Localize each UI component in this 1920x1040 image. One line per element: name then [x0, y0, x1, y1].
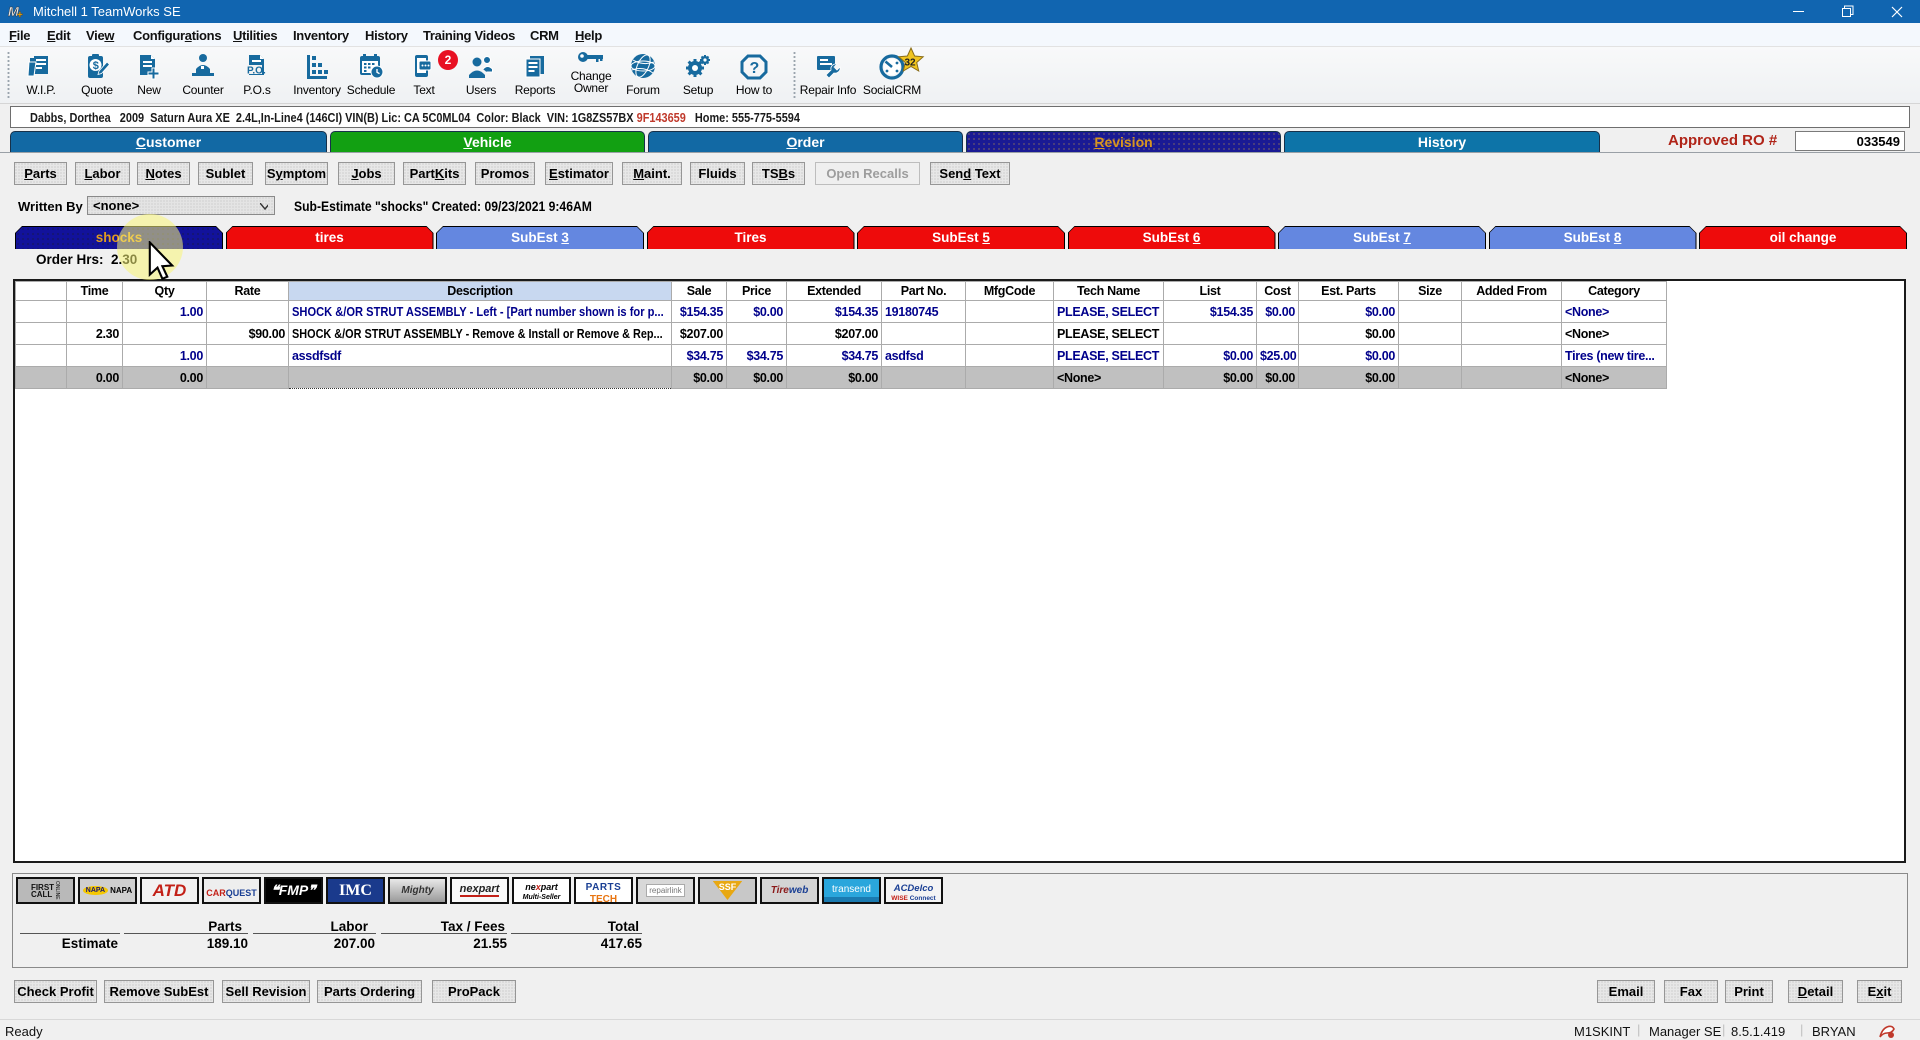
svg-text:32: 32: [905, 58, 917, 69]
svg-text:P.O.: P.O.: [247, 66, 266, 77]
svg-text:$: $: [93, 60, 99, 72]
svg-text:?: ?: [750, 60, 760, 77]
svg-text:+: +: [17, 10, 23, 19]
